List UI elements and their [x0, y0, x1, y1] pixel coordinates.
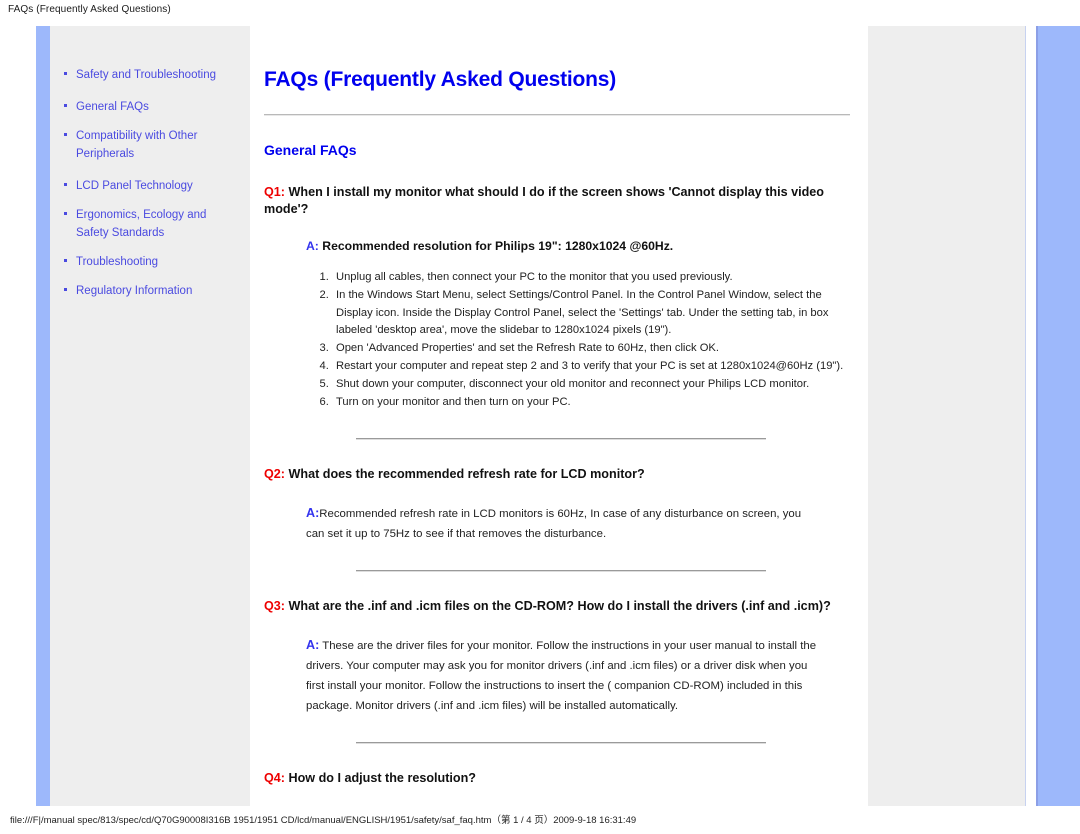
page-canvas: Safety and Troubleshooting General FAQs …: [0, 26, 1080, 806]
section-divider: [356, 741, 766, 744]
answer-tag: A:: [306, 239, 319, 253]
sidebar-item-ergonomics-ecology-and-safety-standards[interactable]: Ergonomics, Ecology and Safety Standards: [62, 206, 240, 242]
answer-text: A: These are the driver files for your m…: [264, 635, 822, 716]
question-text: Q2: What does the recommended refresh ra…: [264, 466, 850, 483]
header-divider: [264, 114, 850, 116]
question-tag: Q4:: [264, 770, 285, 785]
page-title: FAQs (Frequently Asked Questions): [264, 68, 617, 91]
list-item: In the Windows Start Menu, select Settin…: [332, 287, 850, 340]
right-panel: [868, 26, 1026, 806]
question-tag: Q3:: [264, 598, 285, 613]
sidebar-item-safety-and-troubleshooting[interactable]: Safety and Troubleshooting: [62, 66, 240, 84]
sidebar-item-label: General FAQs: [76, 101, 149, 113]
bullet-icon: [64, 259, 67, 262]
status-bar-path: file:///F|/manual spec/813/spec/cd/Q70G9…: [10, 815, 637, 826]
right-accent-bar: [1038, 26, 1080, 806]
faq-item-q4: Q4: How do I adjust the resolution?: [264, 770, 850, 787]
question-text: Q3: What are the .inf and .icm files on …: [264, 598, 850, 615]
sidebar-item-lcd-panel-technology[interactable]: LCD Panel Technology: [62, 177, 240, 195]
bullet-icon: [64, 183, 67, 186]
bullet-icon: [64, 104, 67, 107]
answer-body-text: Recommended refresh rate in LCD monitors…: [306, 507, 802, 540]
sidebar-item-regulatory-information[interactable]: Regulatory Information: [62, 282, 240, 300]
sidebar-item-label: Compatibility with Other Peripherals: [76, 130, 198, 160]
sidebar-item-label: LCD Panel Technology: [76, 180, 193, 192]
question-body: How do I adjust the resolution?: [288, 770, 477, 785]
question-body: When I install my monitor what should I …: [264, 185, 824, 216]
sidebar-item-troubleshooting[interactable]: Troubleshooting: [62, 253, 240, 271]
list-item: Turn on your monitor and then turn on yo…: [332, 394, 850, 412]
bullet-icon: [64, 72, 67, 75]
list-item: Shut down your computer, disconnect your…: [332, 376, 850, 394]
answer-heading: A: Recommended resolution for Philips 19…: [264, 238, 850, 255]
sidebar-item-label: Troubleshooting: [76, 256, 159, 268]
section-divider: [356, 569, 766, 572]
left-accent-bar: [36, 26, 50, 806]
answer-step-list: Unplug all cables, then connect your PC …: [264, 269, 850, 412]
question-tag: Q1:: [264, 185, 285, 199]
question-body: What does the recommended refresh rate f…: [288, 466, 645, 481]
answer-heading-body: Recommended resolution for Philips 19": …: [322, 239, 674, 253]
sidebar-item-label: Safety and Troubleshooting: [76, 69, 217, 81]
sidebar-item-general-faqs[interactable]: General FAQs: [62, 98, 240, 116]
question-text: Q4: How do I adjust the resolution?: [264, 770, 850, 787]
sidebar: Safety and Troubleshooting General FAQs …: [50, 26, 250, 806]
list-item: Restart your computer and repeat step 2 …: [332, 358, 850, 376]
sidebar-nav-list: Safety and Troubleshooting General FAQs …: [50, 66, 250, 300]
bullet-icon: [64, 212, 67, 215]
bullet-icon: [64, 133, 67, 136]
answer-body-text: These are the driver files for your moni…: [306, 639, 817, 712]
faq-item-q3: Q3: What are the .inf and .icm files on …: [264, 598, 850, 716]
section-divider: [356, 437, 766, 440]
sidebar-item-compatibility-with-other-peripherals[interactable]: Compatibility with Other Peripherals: [62, 127, 240, 163]
section-title-general-faqs: General FAQs: [264, 142, 357, 158]
faq-item-q1: Q1: When I install my monitor what shoul…: [264, 184, 850, 412]
window-title: FAQs (Frequently Asked Questions): [8, 4, 171, 15]
sidebar-item-label: Regulatory Information: [76, 285, 193, 297]
bullet-icon: [64, 288, 67, 291]
answer-text: A:Recommended refresh rate in LCD monito…: [264, 503, 822, 544]
sidebar-item-label: Ergonomics, Ecology and Safety Standards: [76, 209, 207, 239]
question-tag: Q2:: [264, 466, 285, 481]
faq-item-q2: Q2: What does the recommended refresh ra…: [264, 466, 850, 544]
main-content: FAQs (Frequently Asked Questions) Genera…: [250, 26, 868, 806]
answer-tag: A:: [306, 637, 320, 652]
answer-tag: A:: [306, 505, 320, 520]
list-item: Unplug all cables, then connect your PC …: [332, 269, 850, 287]
list-item: Open 'Advanced Properties' and set the R…: [332, 340, 850, 358]
question-text: Q1: When I install my monitor what shoul…: [264, 184, 850, 218]
question-body: What are the .inf and .icm files on the …: [288, 598, 831, 613]
